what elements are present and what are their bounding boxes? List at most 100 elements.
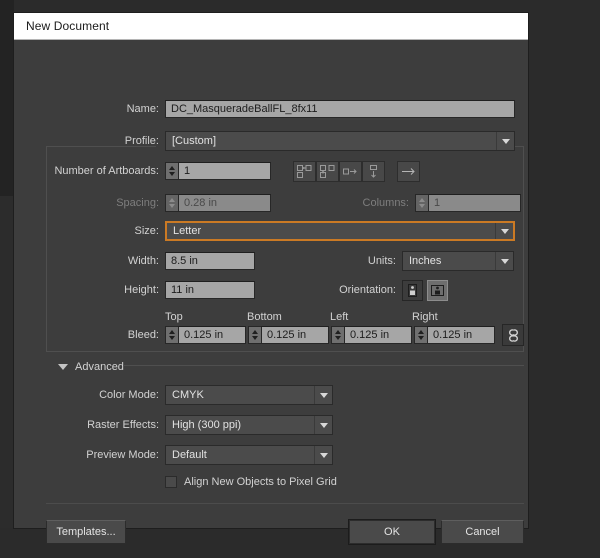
advanced-divider-rule [124, 365, 524, 366]
bleed-left-stepper[interactable] [331, 326, 344, 344]
chevron-down-icon[interactable] [58, 364, 68, 370]
units-select[interactable]: Inches [402, 251, 514, 271]
bleed-top-label: Top [165, 311, 183, 323]
bleed-bottom-label: Bottom [247, 311, 282, 323]
stepper-down-icon[interactable] [169, 336, 175, 340]
grid-by-row-icon[interactable] [293, 160, 316, 182]
profile-label: Profile: [124, 135, 159, 147]
color-mode-value: CMYK [172, 389, 204, 401]
stepper-up-icon[interactable] [169, 166, 175, 170]
chevron-down-icon [495, 223, 513, 239]
raster-effects-value: High (300 ppi) [172, 419, 242, 431]
profile-value: [Custom] [172, 135, 217, 147]
units-label: Units: [367, 255, 396, 267]
bleed-right-label: Right [412, 311, 438, 323]
profile-row: Profile: [Custom] [14, 131, 524, 151]
stepper-up-icon[interactable] [169, 198, 175, 202]
arrange-by-column-glyph [370, 164, 377, 178]
portrait-glyph [408, 283, 417, 297]
arrange-by-row-icon[interactable] [339, 160, 362, 182]
background-strip-lower [0, 196, 14, 558]
raster-effects-row: Raster Effects: High (300 ppi) [14, 415, 524, 435]
dialog-title: New Document [26, 19, 110, 33]
templates-button[interactable]: Templates... [46, 520, 126, 544]
raster-effects-select[interactable]: High (300 ppi) [165, 415, 333, 435]
portrait-icon[interactable] [402, 279, 423, 301]
profile-select[interactable]: [Custom] [165, 131, 515, 151]
columns-stepper[interactable] [415, 194, 428, 212]
bleed-bottom-input[interactable]: 0.125 in [261, 326, 329, 344]
chevron-down-icon [314, 446, 332, 464]
arrange-by-column-icon[interactable] [362, 160, 385, 182]
size-select[interactable]: Letter [165, 221, 515, 241]
grid-by-column-glyph [320, 164, 335, 178]
name-input[interactable]: DC_MasqueradeBallFL_8fx11 [165, 100, 515, 118]
size-label: Size: [134, 225, 159, 237]
height-orientation-row: Height: 11 in Orientation: [14, 279, 524, 301]
spacing-columns-row: Spacing: 0.28 in Columns: 1 [14, 193, 524, 213]
width-units-row: Width: 8.5 in Units: Inches [14, 251, 524, 271]
align-pixel-grid-label: Align New Objects to Pixel Grid [184, 476, 337, 488]
chevron-down-icon [314, 386, 332, 404]
screen: New Document Name: DC_MasqueradeBallFL_8… [0, 0, 600, 558]
color-mode-row: Color Mode: CMYK [14, 385, 524, 405]
width-input[interactable]: 8.5 in [165, 252, 255, 270]
dialog-body: Name: DC_MasqueradeBallFL_8fx11 Profile:… [14, 40, 528, 544]
link-chain-icon[interactable] [502, 324, 524, 346]
columns-input[interactable]: 1 [428, 194, 521, 212]
advanced-label: Advanced [75, 361, 124, 373]
align-pixel-grid-row[interactable]: Align New Objects to Pixel Grid [165, 472, 337, 492]
artboards-input[interactable]: 1 [178, 162, 271, 180]
stepper-down-icon[interactable] [169, 204, 175, 208]
grid-by-column-icon[interactable] [316, 160, 339, 182]
spacing-stepper[interactable] [165, 194, 178, 212]
artboards-stepper[interactable] [165, 162, 178, 180]
width-label: Width: [127, 255, 159, 267]
stepper-down-icon[interactable] [418, 336, 424, 340]
height-input[interactable]: 11 in [165, 281, 255, 299]
stepper-down-icon[interactable] [169, 172, 175, 176]
units-value: Inches [409, 255, 442, 267]
chain-glyph [508, 328, 518, 342]
size-row: Size: Letter [14, 221, 524, 241]
stepper-up-icon[interactable] [335, 330, 341, 334]
cancel-button[interactable]: Cancel [441, 520, 524, 544]
preview-mode-value: Default [172, 449, 207, 461]
stepper-up-icon[interactable] [169, 330, 175, 334]
align-pixel-grid-checkbox[interactable] [165, 476, 177, 488]
stepper-up-icon[interactable] [419, 198, 425, 202]
preview-mode-row: Preview Mode: Default [14, 445, 524, 465]
stepper-up-icon[interactable] [418, 330, 424, 334]
landscape-icon[interactable] [427, 279, 448, 301]
grid-by-row-glyph [297, 164, 312, 178]
footer-divider-rule [46, 503, 524, 504]
bleed-right-input[interactable]: 0.125 in [427, 326, 495, 344]
bleed-right-stepper[interactable] [414, 326, 427, 344]
preview-mode-label: Preview Mode: [86, 449, 159, 461]
stepper-down-icon[interactable] [252, 336, 258, 340]
stepper-up-icon[interactable] [252, 330, 258, 334]
color-mode-select[interactable]: CMYK [165, 385, 333, 405]
bleed-top-stepper[interactable] [165, 326, 178, 344]
bleed-bottom-stepper[interactable] [248, 326, 261, 344]
stepper-down-icon[interactable] [419, 204, 425, 208]
ok-button[interactable]: OK [349, 520, 435, 544]
bleed-left-input[interactable]: 0.125 in [344, 326, 412, 344]
number-of-artboards-label: Number of Artboards: [54, 165, 159, 177]
preview-mode-select[interactable]: Default [165, 445, 333, 465]
right-arrow-glyph [402, 167, 415, 175]
arrange-by-row-glyph [343, 168, 357, 174]
size-value: Letter [173, 225, 202, 237]
spacing-input[interactable]: 0.28 in [178, 194, 271, 212]
bleed-row: Bleed: 0.125 in 0.125 in 0.125 in 0.125 … [14, 324, 524, 346]
change-to-right-to-left-layout-icon[interactable] [397, 160, 420, 182]
dialog-titlebar: New Document [14, 13, 528, 40]
chevron-down-icon [495, 252, 513, 270]
bleed-top-input[interactable]: 0.125 in [178, 326, 246, 344]
advanced-disclosure[interactable]: Advanced [58, 357, 124, 377]
chevron-down-icon [496, 132, 514, 150]
stepper-down-icon[interactable] [335, 336, 341, 340]
bleed-left-label: Left [330, 311, 349, 323]
name-row: Name: DC_MasqueradeBallFL_8fx11 [14, 99, 524, 119]
color-mode-label: Color Mode: [99, 389, 159, 401]
